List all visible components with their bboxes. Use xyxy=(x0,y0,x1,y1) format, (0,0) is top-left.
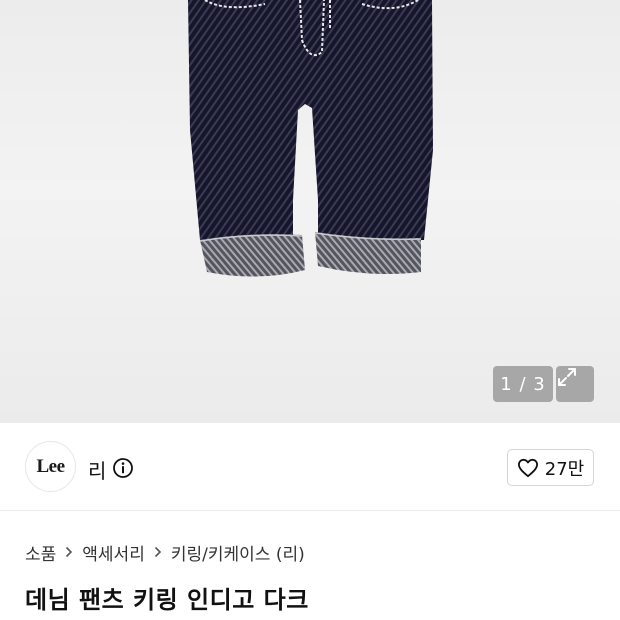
chevron-right-icon xyxy=(65,546,73,558)
product-image xyxy=(188,0,433,277)
like-count: 27만 xyxy=(544,458,585,480)
breadcrumb-item[interactable]: 키링/키케이스 (리) xyxy=(171,540,305,565)
expand-image-button[interactable] xyxy=(556,366,594,402)
product-title: 데님 팬츠 키링 인디고 다크 xyxy=(25,586,309,614)
breadcrumb-item[interactable]: 소품 xyxy=(25,540,56,565)
chevron-right-icon xyxy=(154,546,162,558)
info-icon[interactable] xyxy=(112,457,134,479)
product-image-gallery[interactable]: 1 / 3 xyxy=(0,0,620,423)
brand-logo-text: Lee xyxy=(36,455,65,477)
brand-name[interactable]: 리 xyxy=(88,455,106,484)
brand-row: Lee 리 27만 xyxy=(0,423,620,511)
image-counter: 1 / 3 xyxy=(493,366,553,402)
heart-icon xyxy=(517,458,538,477)
expand-icon xyxy=(558,368,576,386)
breadcrumb: 소품 액세서리 키링/키케이스 (리) xyxy=(25,540,305,565)
brand-logo[interactable]: Lee xyxy=(25,441,76,492)
like-button[interactable]: 27만 xyxy=(507,449,594,486)
breadcrumb-item[interactable]: 액세서리 xyxy=(82,540,145,565)
